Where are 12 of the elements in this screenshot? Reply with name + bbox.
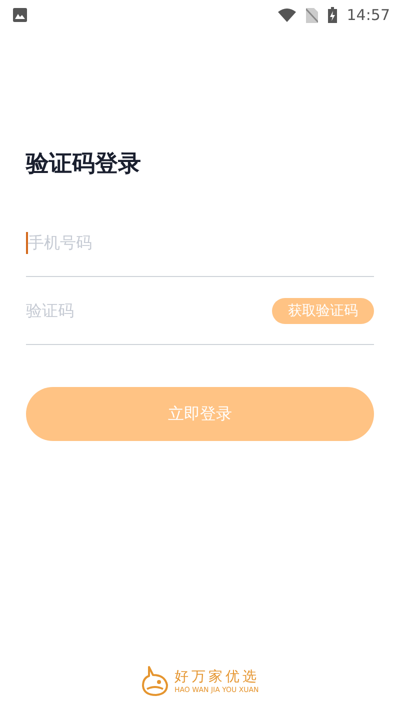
no-sim-icon — [306, 8, 318, 22]
page-title: 验证码登录 — [26, 150, 142, 179]
input-field[interactable]: 验证码 — [26, 301, 272, 320]
get-code-button[interactable]: 获取验证码 — [272, 298, 374, 324]
input-field[interactable]: 手机号码 — [28, 233, 374, 252]
brand-name: 好万家优选 — [174, 668, 260, 686]
login-button[interactable]: 立即登录 — [26, 387, 374, 441]
battery-charging-icon — [328, 7, 337, 23]
image-icon — [13, 8, 27, 22]
clock-time: 14:57 — [346, 6, 390, 24]
whale-logo-icon — [140, 665, 168, 697]
wifi-icon — [278, 8, 296, 22]
